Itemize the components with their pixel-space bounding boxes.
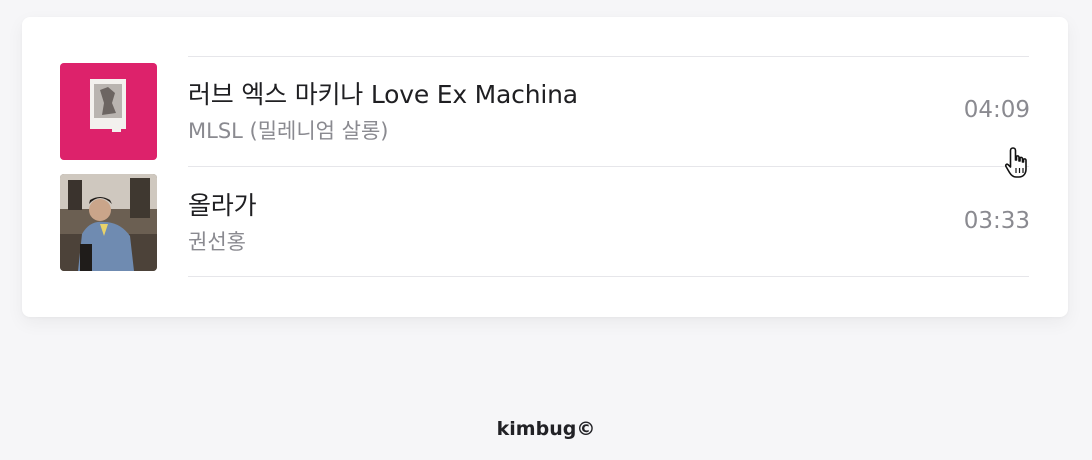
album-cover <box>60 174 157 271</box>
track-row[interactable]: 올라가 권선홍 03:33 <box>22 174 1068 284</box>
track-artist: MLSL (밀레니엄 살롱) <box>188 119 389 143</box>
track-title: 올라가 <box>188 191 257 220</box>
footer-credit: kimbug© <box>496 418 596 440</box>
playlist-card: 러브 엑스 마키나 Love Ex Machina MLSL (밀레니엄 살롱)… <box>22 17 1068 317</box>
track-title: 러브 엑스 마키나 Love Ex Machina <box>188 80 578 109</box>
divider <box>188 56 1029 57</box>
hand-pointer-icon <box>1003 146 1033 180</box>
track-row[interactable]: 러브 엑스 마키나 Love Ex Machina MLSL (밀레니엄 살롱)… <box>22 63 1068 173</box>
album-cover <box>60 63 157 160</box>
divider <box>188 166 1029 167</box>
divider <box>188 276 1029 277</box>
track-duration: 03:33 <box>963 208 1030 234</box>
track-artist: 권선홍 <box>188 230 246 254</box>
track-duration: 04:09 <box>963 97 1030 123</box>
